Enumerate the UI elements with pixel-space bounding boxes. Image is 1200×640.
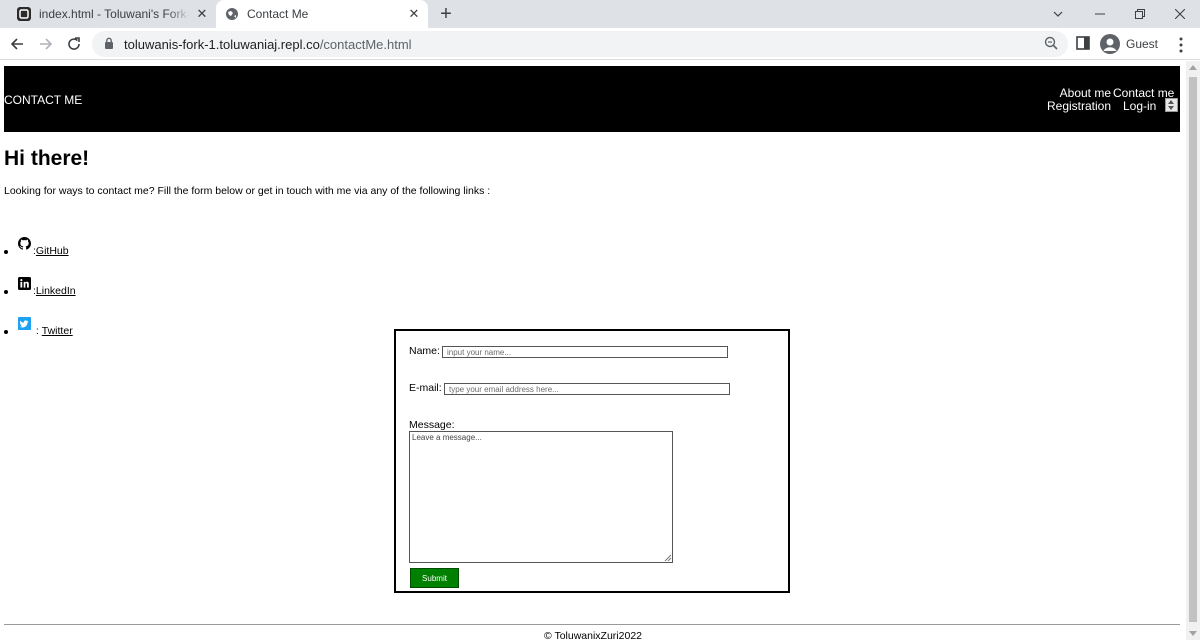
tab-title: Contact Me (247, 7, 309, 21)
url-host: toluwanis-fork-1.toluwaniaj.repl.co (124, 37, 320, 52)
contact-links-list: : GitHub : LinkedIn : Twitter (4, 229, 76, 349)
email-input[interactable] (444, 383, 730, 395)
zoom-icon[interactable] (1044, 36, 1058, 50)
url-text: toluwanis-fork-1.toluwaniaj.repl.co/cont… (124, 37, 412, 52)
contact-form: Name: E-mail: Message: Submit (394, 329, 790, 593)
twitter-icon (18, 316, 31, 330)
close-window-button[interactable] (1160, 0, 1200, 28)
forward-button[interactable] (34, 32, 58, 56)
tab-title: index.html - Toluwani's Fork-1 - Replit (39, 7, 190, 21)
nav-link-login[interactable]: Log-in (1113, 100, 1156, 113)
submit-button[interactable]: Submit (410, 568, 459, 588)
header-scroll-spinner[interactable] (1165, 98, 1178, 112)
bullet (4, 330, 8, 334)
minimize-button[interactable] (1080, 0, 1120, 28)
link-prefix: : (33, 325, 42, 337)
page-scrollbar[interactable] (1186, 61, 1200, 640)
browser-tab-replit[interactable]: index.html - Toluwani's Fork-1 - Replit … (8, 0, 216, 28)
profile-label: Guest (1126, 37, 1159, 51)
more-vert-icon[interactable] (1176, 37, 1186, 53)
intro-text: Looking for ways to contact me? Fill the… (4, 185, 491, 197)
page-heading: Hi there! (4, 147, 90, 170)
back-button[interactable] (5, 32, 29, 56)
tab-search-chevron-icon[interactable] (1038, 0, 1078, 28)
footer-copyright: © ToluwanixZuri2022 (543, 630, 642, 640)
replit-icon (17, 7, 31, 21)
message-label: Message: (409, 419, 455, 431)
lock-icon (105, 37, 113, 49)
address-bar[interactable]: toluwanis-fork-1.toluwaniaj.repl.co/cont… (92, 31, 1068, 57)
browser-tab-strip: index.html - Toluwani's Fork-1 - Replit … (0, 0, 1200, 28)
site-header: CONTACT ME About me Registration Contact… (4, 66, 1180, 132)
list-item-github: : GitHub (4, 229, 76, 269)
email-label: E-mail: (409, 382, 442, 394)
bullet (4, 250, 8, 254)
scroll-down-arrow-icon[interactable] (1189, 631, 1197, 636)
new-tab-button[interactable]: + (436, 4, 456, 24)
github-link[interactable]: GitHub (36, 245, 69, 257)
profile-button[interactable]: Guest (1100, 33, 1158, 55)
name-input[interactable] (442, 346, 728, 358)
reload-button[interactable] (62, 32, 86, 56)
bullet (4, 290, 8, 294)
reload-icon (68, 37, 80, 50)
linkedin-link[interactable]: LinkedIn (36, 285, 76, 297)
globe-icon (226, 8, 238, 20)
page-viewport: CONTACT ME About me Registration Contact… (0, 61, 1186, 640)
list-item-linkedin: : LinkedIn (4, 269, 76, 309)
resize-grip-icon[interactable] (663, 553, 672, 562)
name-label: Name: (409, 345, 440, 357)
scroll-up-arrow-icon[interactable] (1189, 65, 1197, 70)
footer-divider (4, 624, 1180, 625)
nav-link-registration[interactable]: Registration (1047, 100, 1111, 113)
github-icon (18, 236, 31, 250)
list-item-twitter: : Twitter (4, 309, 76, 349)
browser-toolbar: toluwanis-fork-1.toluwaniaj.repl.co/cont… (0, 28, 1200, 60)
linkedin-icon (18, 276, 31, 290)
url-path: /contactMe.html (319, 37, 412, 52)
site-brand: CONTACT ME (4, 93, 83, 107)
restore-button[interactable] (1120, 0, 1160, 28)
browser-tab-contact[interactable]: Contact Me ✕ (216, 0, 428, 28)
twitter-link[interactable]: Twitter (42, 325, 73, 337)
side-panel-icon[interactable] (1076, 36, 1090, 50)
arrow-right-icon (40, 38, 53, 50)
close-tab-icon[interactable]: ✕ (194, 6, 210, 22)
scrollbar-thumb[interactable] (1189, 77, 1197, 622)
nav-column-left: About me Registration (1047, 87, 1111, 113)
message-textarea[interactable] (409, 431, 673, 563)
arrow-left-icon (10, 38, 23, 50)
avatar-icon (1100, 34, 1120, 54)
close-tab-icon[interactable]: ✕ (406, 6, 422, 22)
